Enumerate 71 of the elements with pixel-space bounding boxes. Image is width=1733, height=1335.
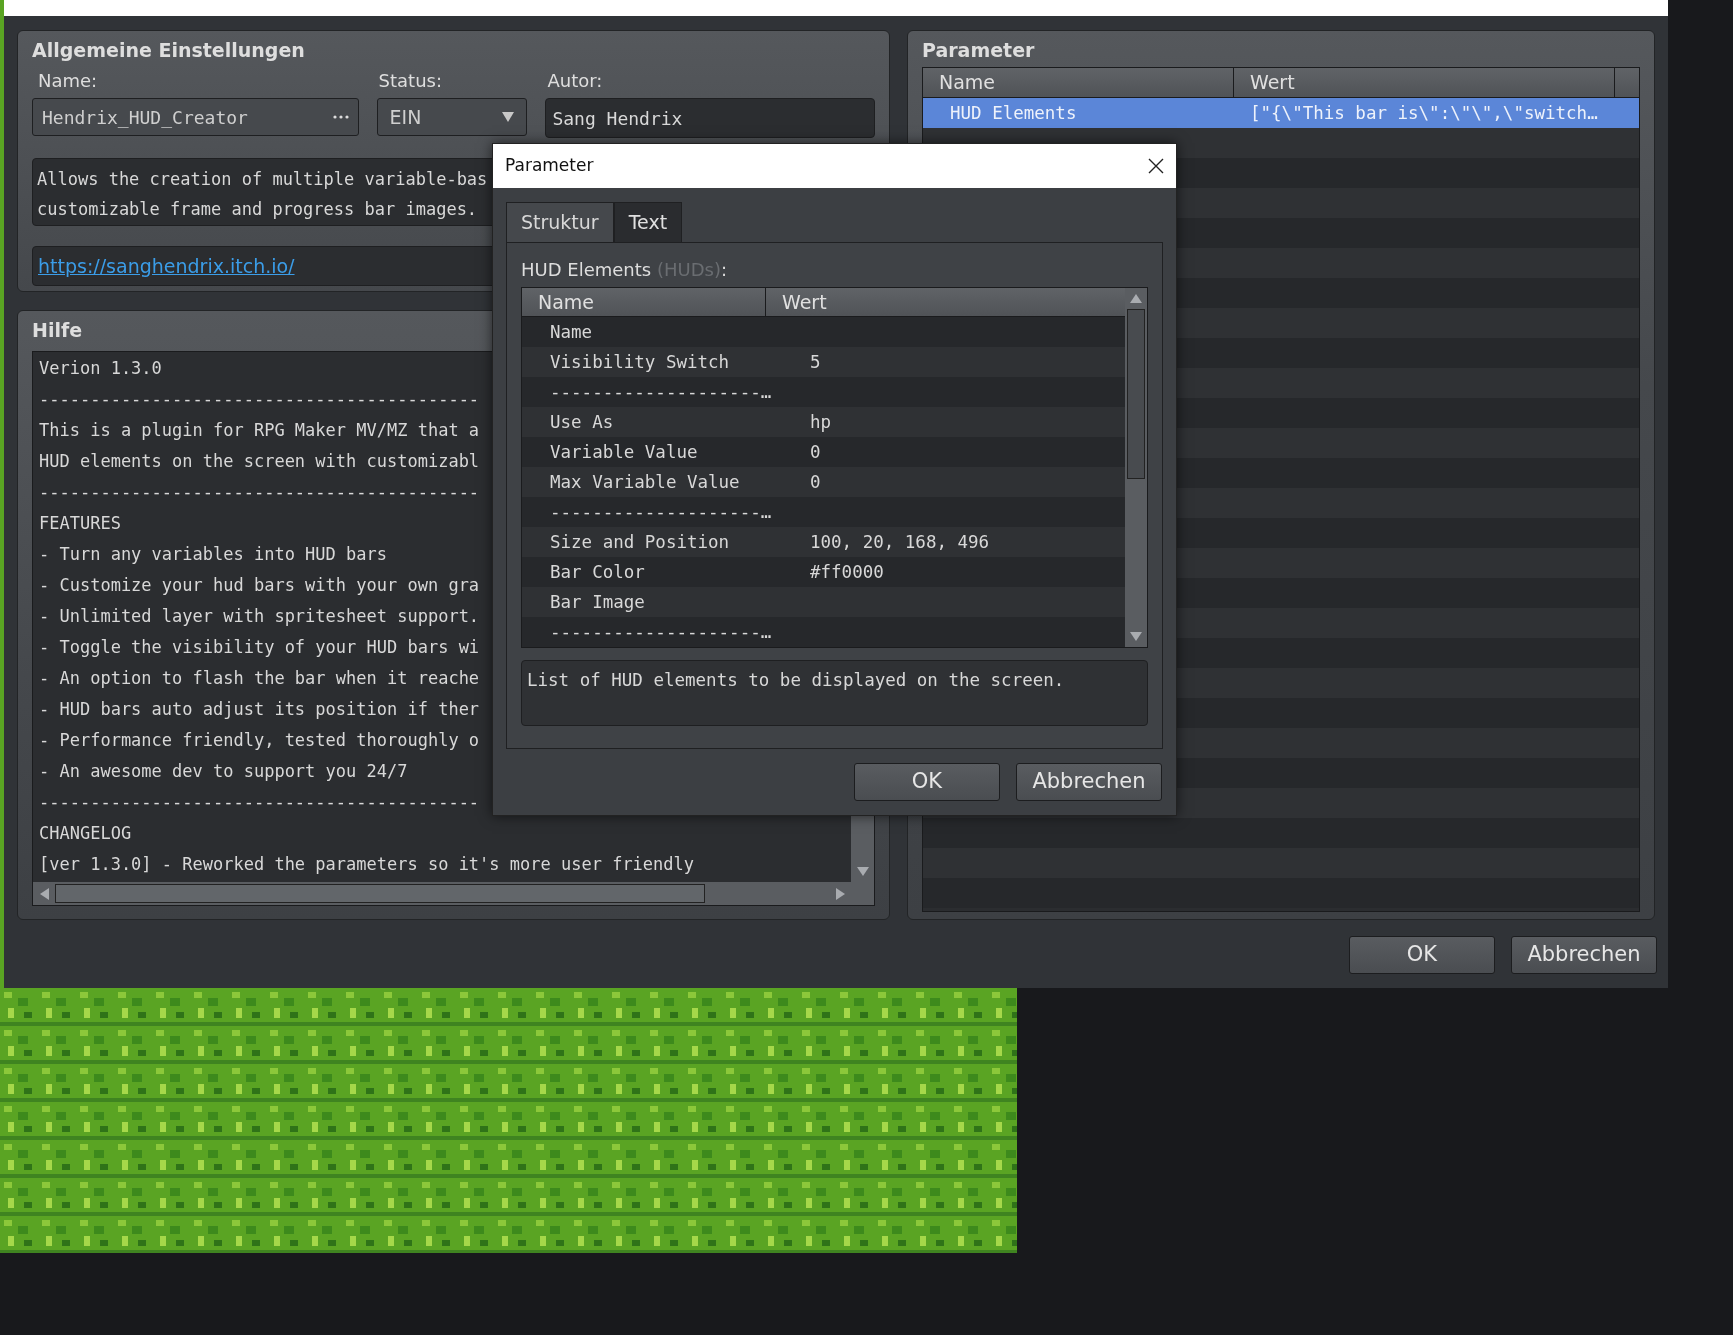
right-arrow-icon[interactable] [835, 887, 845, 900]
caret-icon [502, 112, 515, 122]
help-line: - Toggle the visibility of your HUD bars wi [39, 636, 480, 659]
dialog-title: Parameter [505, 154, 594, 178]
table-cell: Variable Value [550, 441, 698, 462]
help-line: - HUD bars auto adjust its position if ther [39, 698, 480, 721]
dialog-button[interactable]: Abbrechen [1511, 936, 1657, 974]
horizontal-scrollbar[interactable] [33, 882, 874, 905]
panel-title: Parameter [922, 38, 1036, 63]
dialog-button[interactable]: Abbrechen [1016, 763, 1162, 801]
field-label: Name: [37, 69, 99, 93]
help-line: [ver 1.3.0] - Reworked the parameters so it's more user friendly [39, 853, 695, 876]
table-cell: --------------------… [550, 621, 772, 642]
help-line: ------------------------------------------- [39, 481, 480, 504]
parameter-row[interactable]: HUD Elements ["{\"This bar is\":\"\",\"switch… [923, 98, 1639, 128]
table-cell-text: 100, 20, 168, 496 [810, 530, 990, 554]
vertical-scrollbar[interactable] [1125, 288, 1147, 647]
table-cell: Use As [550, 411, 614, 432]
table-cell: Visibility Switch [550, 351, 730, 372]
field-label: Autor: [546, 69, 604, 93]
table-cell: --------------------… [550, 381, 772, 402]
table-cell-text: 0 [810, 470, 821, 494]
panel-title: Hilfe [32, 318, 83, 343]
help-line: - Unlimited layer with spritesheet support. [39, 605, 480, 628]
help-line: ------------------------------------------- [39, 791, 480, 814]
help-line: - An option to flash the bar when it reache [39, 667, 480, 690]
help-line: ------------------------------------------- [39, 388, 480, 411]
help-line: - Performance friendly, tested thoroughly o [39, 729, 480, 752]
table-cell: Size and Position [550, 531, 730, 552]
help-line: FEATURES [39, 512, 121, 535]
table-cell-text: 5 [810, 350, 821, 374]
column-header[interactable]: Wert [766, 288, 1125, 316]
help-line: - An awesome dev to support you 24/7 [39, 760, 408, 783]
column-header[interactable]: Wert [1234, 68, 1615, 97]
dialog-button[interactable]: OK [1349, 936, 1495, 974]
table-cell: Max Variable Value [550, 471, 740, 492]
website-link[interactable]: https://sanghendrix.itch.io/ [38, 251, 295, 281]
status-dropdown[interactable]: EIN [376, 98, 528, 136]
description-line: Allows the creation of multiple variable-bas [37, 168, 488, 191]
scrollbar-thumb[interactable] [1127, 309, 1145, 479]
close-icon[interactable] [1148, 158, 1164, 174]
dialog-button[interactable]: OK [854, 763, 1000, 801]
help-line: - Turn any variables into HUD bars [39, 543, 387, 566]
table-cell-text: #ff0000 [810, 560, 884, 584]
description-box: List of HUD elements to be displayed on the screen. [521, 660, 1148, 726]
help-line: This is a plugin for RPG Maker MV/MZ that a [39, 419, 480, 442]
down-arrow-icon[interactable] [856, 867, 869, 876]
table-cell: --------------------… [550, 501, 772, 522]
table-cell: Bar Color [550, 561, 645, 582]
table-cell-text: 0 [810, 440, 821, 464]
table-cell: Bar Image [550, 591, 645, 612]
scrollbar-thumb[interactable] [55, 884, 705, 903]
help-line: CHANGELOG [39, 822, 132, 845]
column-header[interactable]: Name [522, 288, 766, 316]
tab[interactable]: Struktur [506, 202, 614, 242]
description-line: customizable frame and progress bar images. [37, 198, 478, 221]
column-header[interactable]: Name [923, 68, 1234, 97]
down-arrow-icon[interactable] [1130, 632, 1142, 641]
help-line: Verion 1.3.0 [39, 357, 162, 380]
author-field[interactable]: Sang Hendrix [545, 98, 875, 138]
table-cell-text: hp [810, 410, 832, 434]
more-icon[interactable] [332, 115, 349, 119]
help-line: - Customize your hud bars with your own gra [39, 574, 480, 597]
up-arrow-icon[interactable] [1130, 294, 1142, 303]
name-field[interactable]: Hendrix_HUD_Creator [32, 98, 359, 136]
table-cell: Name [550, 321, 593, 342]
left-arrow-icon[interactable] [39, 887, 49, 900]
field-label: Status: [377, 69, 443, 93]
help-line: HUD elements on the screen with customizabl [39, 450, 480, 473]
panel-title: Allgemeine Einstellungen [32, 38, 306, 63]
tab[interactable]: Text [613, 202, 683, 242]
